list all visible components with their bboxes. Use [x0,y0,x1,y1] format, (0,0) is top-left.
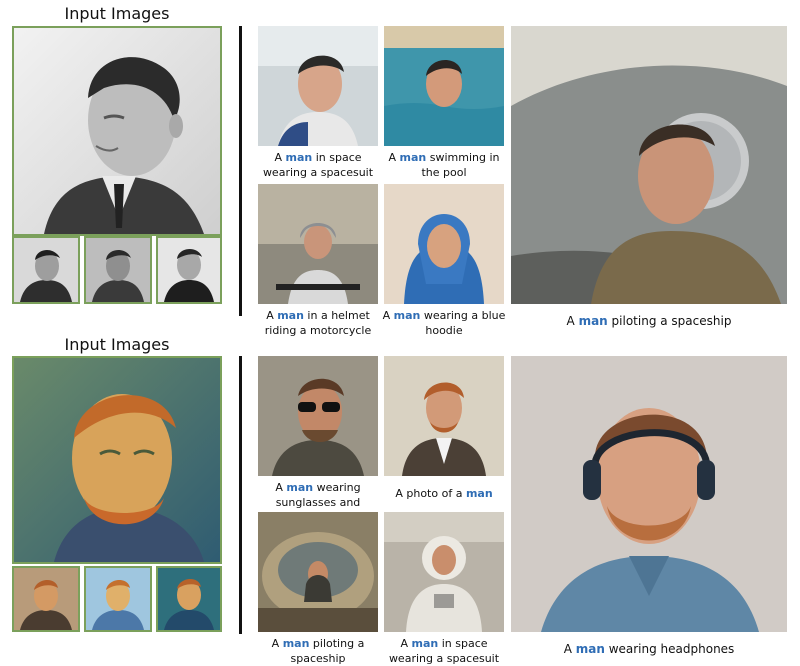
row1-gen-image-1 [258,26,378,146]
row1-gen-image-3 [258,184,378,304]
row2-caption-3: A man piloting a spaceship [271,637,365,665]
row2-input-main [12,356,222,564]
row2-caption-2: A photo of a man [395,487,493,500]
row2-gen-image-2 [384,356,504,476]
row1-caption-3: A man in a helmet riding a motorcycle [264,309,372,337]
row2-gen-image-3 [258,512,378,632]
row2-divider [239,356,242,634]
row1-input-thumb-1 [12,236,80,304]
row2-caption-4: A man in space wearing a spacesuit [388,637,500,665]
row1-input-main [12,26,222,236]
row1-divider [239,26,242,316]
row1-input-thumb-2 [84,236,152,304]
row2-input-thumb-1 [12,566,80,632]
row2-gen-image-1 [258,356,378,476]
row1-gen-image-4 [384,184,504,304]
row1-heading: Input Images [64,4,170,23]
row2-gen-image-large [511,356,787,632]
row1-caption-4: A man wearing a blue hoodie [382,309,506,337]
row1-gen-image-large [511,26,787,304]
row1-caption-1: A man in space wearing a spacesuit [262,151,374,179]
row1-input-thumb-3 [156,236,222,304]
row2-gen-image-4 [384,512,504,632]
row2-input-thumb-2 [84,566,152,632]
row1-caption-2: A man swimming in the pool [388,151,500,179]
row2-caption-large: A man wearing headphones [563,642,735,656]
row1-caption-large: A man piloting a spaceship [566,314,732,328]
row2-heading: Input Images [64,335,170,354]
row1-gen-image-2 [384,26,504,146]
row2-input-thumb-3 [156,566,222,632]
